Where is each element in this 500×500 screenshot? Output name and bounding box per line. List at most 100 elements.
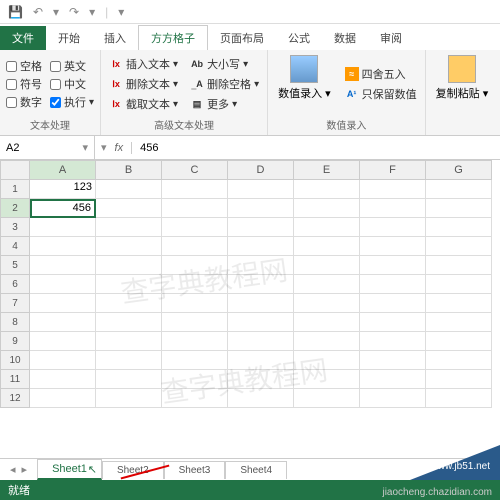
col-header[interactable]: F <box>360 160 426 180</box>
cell[interactable] <box>360 389 426 408</box>
cell[interactable] <box>426 180 492 199</box>
cell[interactable] <box>360 332 426 351</box>
btn-copy-paste[interactable]: 复制粘贴 ▾ <box>432 53 493 103</box>
cell[interactable] <box>162 332 228 351</box>
chk-chinese[interactable]: 中文 <box>50 76 94 92</box>
cell[interactable] <box>30 370 96 389</box>
cell[interactable] <box>360 370 426 389</box>
cell[interactable] <box>96 237 162 256</box>
fx-icon[interactable]: fx <box>115 142 124 154</box>
chk-number[interactable]: 数字 <box>6 94 42 110</box>
row-header[interactable]: 1 <box>0 180 30 199</box>
cell[interactable] <box>294 256 360 275</box>
cell[interactable] <box>294 389 360 408</box>
cell[interactable] <box>228 180 294 199</box>
chevron-down-icon[interactable]: ▾ <box>118 5 124 19</box>
cell[interactable] <box>162 313 228 332</box>
cell[interactable] <box>426 294 492 313</box>
sheet-next-icon[interactable]: ▸ <box>22 463 28 476</box>
cell[interactable] <box>294 180 360 199</box>
row-header[interactable]: 3 <box>0 218 30 237</box>
cell[interactable] <box>96 389 162 408</box>
undo-icon[interactable]: ↶ <box>33 5 43 19</box>
sheet-tab[interactable]: Sheet1↖ <box>37 459 102 480</box>
chk-english[interactable]: 英文 <box>50 58 94 74</box>
row-header[interactable]: 7 <box>0 294 30 313</box>
chk-execute[interactable]: 执行 ▾ <box>50 94 94 110</box>
cell[interactable] <box>360 180 426 199</box>
cell[interactable] <box>426 313 492 332</box>
save-icon[interactable]: 💾 <box>8 5 23 19</box>
cell[interactable] <box>30 332 96 351</box>
cell[interactable] <box>228 218 294 237</box>
col-header[interactable]: A <box>30 160 96 180</box>
cell[interactable] <box>294 332 360 351</box>
cell[interactable] <box>228 332 294 351</box>
cell[interactable] <box>162 218 228 237</box>
cell[interactable] <box>294 275 360 294</box>
row-header[interactable]: 8 <box>0 313 30 332</box>
row-header[interactable]: 6 <box>0 275 30 294</box>
cell[interactable] <box>162 199 228 218</box>
row-header[interactable]: 2 <box>0 199 30 218</box>
chevron-down-icon[interactable]: ▾ <box>82 141 88 154</box>
row-header[interactable]: 12 <box>0 389 30 408</box>
cell[interactable] <box>360 199 426 218</box>
sheet-tab[interactable]: Sheet3 <box>164 461 226 479</box>
cell[interactable] <box>360 237 426 256</box>
cell[interactable] <box>426 256 492 275</box>
cell[interactable] <box>30 389 96 408</box>
row-header[interactable]: 4 <box>0 237 30 256</box>
dropdown-icon[interactable]: ▾ <box>101 141 107 154</box>
cell[interactable] <box>426 389 492 408</box>
btn-delete-text[interactable]: Ⅰx删除文本 ▾ <box>107 75 180 93</box>
cell[interactable]: 456 <box>30 199 96 218</box>
btn-extract-text[interactable]: Ⅰx截取文本 ▾ <box>107 95 180 113</box>
cell[interactable] <box>426 332 492 351</box>
cell[interactable] <box>360 275 426 294</box>
cell[interactable] <box>96 199 162 218</box>
chk-space[interactable]: 空格 <box>6 58 42 74</box>
sheet-tab[interactable]: Sheet4 <box>225 461 287 479</box>
cell[interactable] <box>426 370 492 389</box>
btn-numeric-input[interactable]: 数值录入 ▾ <box>274 53 335 115</box>
btn-more[interactable]: ▤更多 ▾ <box>188 95 261 113</box>
cell[interactable] <box>96 218 162 237</box>
cell[interactable] <box>426 275 492 294</box>
tab-data[interactable]: 数据 <box>322 26 368 50</box>
formula-bar[interactable]: 456 <box>131 142 494 154</box>
cell[interactable] <box>294 199 360 218</box>
sheet-prev-icon[interactable]: ◂ <box>10 463 16 476</box>
redo-icon[interactable]: ↷ <box>69 5 79 19</box>
chevron-down-icon[interactable]: ▾ <box>89 5 95 19</box>
cell[interactable] <box>426 199 492 218</box>
btn-round[interactable]: ≈四舍五入 <box>343 65 419 83</box>
cell[interactable]: 123 <box>30 180 96 199</box>
chevron-down-icon[interactable]: ▾ <box>53 5 59 19</box>
col-header[interactable]: B <box>96 160 162 180</box>
tab-review[interactable]: 审阅 <box>368 26 414 50</box>
tab-ffgz[interactable]: 方方格子 <box>138 25 208 50</box>
col-header[interactable]: C <box>162 160 228 180</box>
cell[interactable] <box>294 294 360 313</box>
tab-layout[interactable]: 页面布局 <box>208 26 276 50</box>
tab-file[interactable]: 文件 <box>0 26 46 50</box>
cell[interactable] <box>162 237 228 256</box>
cell[interactable] <box>294 313 360 332</box>
cell[interactable] <box>228 294 294 313</box>
row-header[interactable]: 11 <box>0 370 30 389</box>
cell[interactable] <box>30 351 96 370</box>
select-all-corner[interactable] <box>0 160 30 180</box>
cell[interactable] <box>360 256 426 275</box>
row-header[interactable]: 5 <box>0 256 30 275</box>
cell[interactable] <box>294 237 360 256</box>
col-header[interactable]: G <box>426 160 492 180</box>
cell[interactable] <box>96 180 162 199</box>
cell[interactable] <box>30 256 96 275</box>
cell[interactable] <box>294 218 360 237</box>
cell[interactable] <box>96 370 162 389</box>
cell[interactable] <box>360 218 426 237</box>
cell[interactable] <box>30 218 96 237</box>
btn-insert-text[interactable]: Ⅰx插入文本 ▾ <box>107 55 180 73</box>
tab-formula[interactable]: 公式 <box>276 26 322 50</box>
